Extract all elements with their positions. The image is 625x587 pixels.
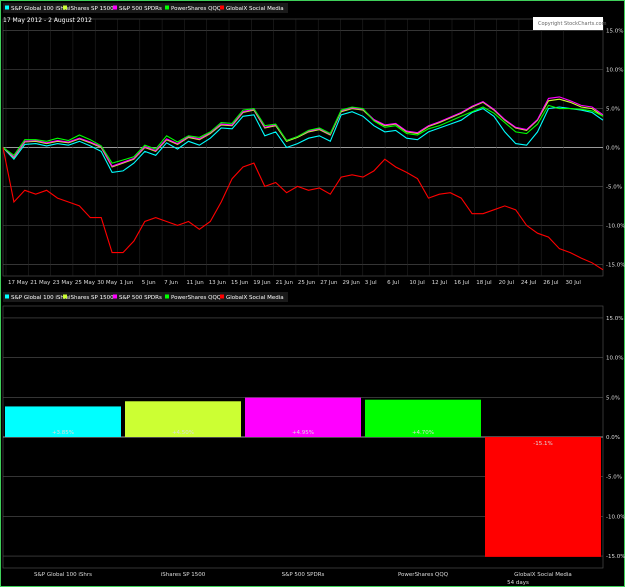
line-legend-label: iShares SP 1500: [69, 6, 114, 12]
line-x-tick: 1 Jun: [120, 280, 134, 286]
bar-legend-label: GlobalX Social Media: [226, 295, 284, 301]
bar-legend-swatch: [113, 294, 117, 299]
line-legend-swatch: [113, 5, 117, 10]
bar-category-label: S&P 500 SPDRs: [282, 572, 325, 578]
line-legend-swatch: [220, 5, 224, 10]
bar-x-footer: 54 days: [507, 580, 529, 586]
bar-legend-swatch: [165, 294, 169, 299]
bar-category-label: GlobalX Social Media: [514, 572, 572, 578]
line-x-tick: 10 Jul: [409, 280, 425, 286]
line-x-tick: 21 Jun: [276, 280, 294, 286]
line-subtitle: 17 May 2012 - 2 August 2012: [3, 17, 92, 24]
bar-legend-label: PowerShares QQQ: [171, 295, 222, 301]
line-legend-label: S&P 500 SPDRs: [119, 6, 162, 12]
line-x-tick: 25 May: [75, 280, 96, 286]
bar-value-label: -15.1%: [533, 441, 552, 447]
line-x-tick: 3 Jul: [365, 280, 377, 286]
line-x-tick: 20 Jul: [499, 280, 515, 286]
bar-legend-swatch: [5, 294, 9, 299]
line-x-tick: 27 Jun: [320, 280, 338, 286]
line-x-tick: 21 May: [30, 280, 51, 286]
line-x-tick: 29 Jun: [343, 280, 361, 286]
bar-value-label: +4.70%: [412, 430, 434, 436]
line-x-tick: 17 May: [8, 280, 29, 286]
line-x-tick: 5 Jun: [142, 280, 156, 286]
bar-legend-label: S&P 500 SPDRs: [119, 295, 162, 301]
bar-value-label: +4.50%: [172, 430, 194, 436]
bar-value-label: +4.95%: [292, 430, 314, 436]
line-legend-label: PowerShares QQQ: [171, 6, 222, 12]
line-x-tick: 18 Jul: [476, 280, 492, 286]
line-legend-label: S&P Global 100 iShrs: [11, 6, 69, 12]
line-x-tick: 16 Jul: [454, 280, 470, 286]
performance-chart: 15.0% 10.0% 5.0% 0.0% -5.0% -10.0% -15.0% 17 Ma…: [2, 3, 625, 586]
line-legend-label: GlobalX Social Media: [226, 6, 284, 12]
line-x-tick: 11 Jun: [186, 280, 204, 286]
line-x-tick: 19 Jun: [253, 280, 271, 286]
watermark-text: Copyright StockCharts.com: [538, 21, 607, 27]
line-y-tick: 5.0%: [606, 107, 620, 113]
bar-legend-label: S&P Global 100 iShrs: [11, 295, 69, 301]
bar-legend-swatch: [63, 294, 67, 299]
bar-y-tick: -5.0%: [606, 475, 622, 481]
line-x-tick: 30 Jul: [566, 280, 582, 286]
bar-y-tick: 10.0%: [606, 356, 623, 362]
bar-y-tick: 0.0%: [606, 435, 620, 441]
bar-y-tick: -10.0%: [606, 514, 625, 520]
line-x-tick: 23 May: [53, 280, 74, 286]
line-y-tick: 0.0%: [606, 146, 620, 152]
line-x-tick: 13 Jun: [209, 280, 227, 286]
line-y-tick: 15.0%: [606, 29, 623, 35]
line-x-tick: 6 Jul: [387, 280, 399, 286]
line-x-tick: 15 Jun: [231, 280, 249, 286]
line-legend-swatch: [63, 5, 67, 10]
bar-value-label: +3.85%: [52, 430, 74, 436]
bar-y-tick: -15.0%: [606, 554, 625, 560]
line-x-tick: 30 May: [97, 280, 118, 286]
line-x-tick: 25 Jun: [298, 280, 316, 286]
bar-category-label: iShares SP 1500: [161, 572, 206, 578]
bar-category-label: PowerShares QQQ: [398, 572, 449, 578]
bar-legend-label: iShares SP 1500: [69, 295, 114, 301]
line-legend-swatch: [165, 5, 169, 10]
bar-category-label: S&P Global 100 iShrs: [34, 572, 92, 578]
line-x-tick: 26 Jul: [543, 280, 559, 286]
line-legend-swatch: [5, 5, 9, 10]
bar-y-tick: 5.0%: [606, 395, 620, 401]
bar-y-tick: 15.0%: [606, 316, 623, 322]
line-y-tick: 10.0%: [606, 68, 623, 74]
bar-legend-swatch: [220, 294, 224, 299]
line-x-tick: 24 Jul: [521, 280, 537, 286]
line-y-tick: -5.0%: [606, 184, 622, 190]
line-y-tick: -10.0%: [606, 223, 625, 229]
line-y-tick: -15.0%: [606, 262, 625, 268]
line-x-tick: 12 Jul: [432, 280, 448, 286]
bar: [485, 437, 601, 557]
line-x-tick: 7 Jun: [164, 280, 178, 286]
